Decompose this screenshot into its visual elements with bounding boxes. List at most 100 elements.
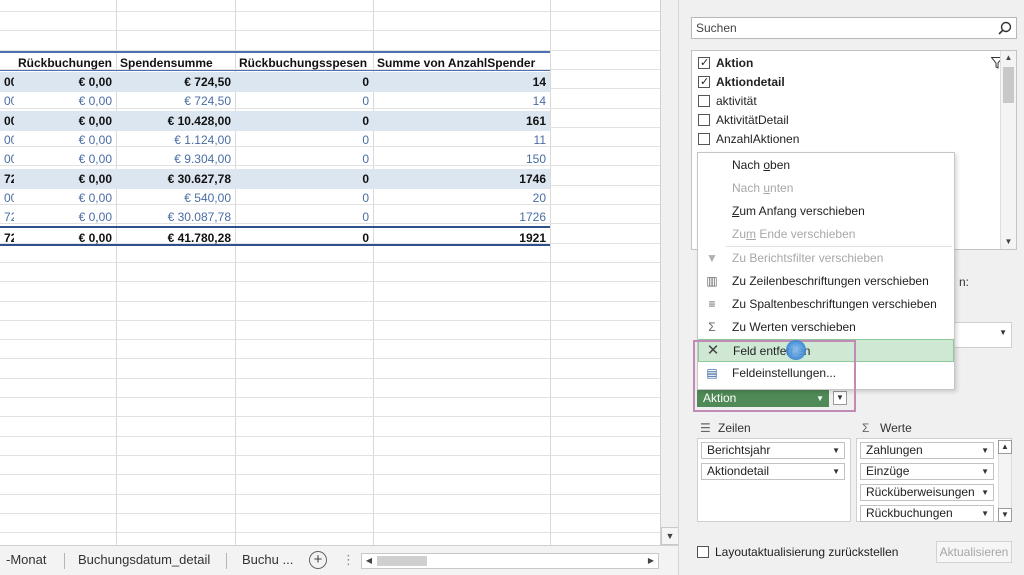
checkbox-icon[interactable] — [698, 95, 710, 107]
pivot-cell[interactable]: 00 — [0, 130, 14, 150]
field-item[interactable]: Aktiondetail — [698, 73, 785, 91]
field-item[interactable]: Aktion — [698, 54, 753, 72]
pivot-cell[interactable]: Rückbuchungsspesen — [235, 53, 373, 73]
field-item[interactable]: AktivitätDetail — [698, 111, 789, 129]
scroll-thumb[interactable] — [377, 556, 427, 566]
defer-update-checkbox[interactable]: Layoutaktualisierung zurückstellen — [697, 545, 898, 559]
pivot-cell[interactable]: 00 — [0, 111, 14, 131]
scroll-up-icon[interactable]: ▲ — [998, 440, 1012, 454]
sheet-tab-buchu[interactable]: Buchu ... — [242, 552, 293, 567]
checkbox-icon[interactable] — [698, 54, 710, 72]
pivot-cell[interactable]: 14 — [373, 72, 550, 92]
pivot-cell[interactable]: Summe von AnzahlSpender — [373, 53, 550, 73]
pivot-cell[interactable]: 72 — [0, 207, 14, 227]
chevron-down-icon[interactable]: ▼ — [999, 328, 1007, 337]
scroll-up-icon[interactable]: ▲ — [1001, 51, 1016, 65]
pivot-cell[interactable]: 1726 — [373, 207, 550, 227]
search-icon[interactable] — [998, 21, 1012, 35]
scroll-down-icon[interactable]: ▼ — [998, 508, 1012, 522]
pivot-cell[interactable]: € 30.087,78 — [116, 207, 235, 227]
pivot-cell[interactable]: 72 — [0, 228, 14, 248]
menu-item[interactable]: Σ Zu Werten verschieben — [698, 316, 954, 339]
pivot-cell[interactable]: 20 — [373, 188, 550, 208]
values-area-scrollbar[interactable]: ▲ ▼ — [998, 440, 1012, 522]
pivot-cell[interactable]: € 0,00 — [14, 149, 116, 169]
pivot-cell[interactable]: € 0,00 — [14, 228, 116, 248]
chevron-down-icon[interactable]: ▼ — [981, 464, 989, 479]
field-item[interactable]: AnzahlAktionen — [698, 130, 799, 148]
chevron-down-icon[interactable]: ▼ — [981, 443, 989, 458]
rows-chip-berichtsjahr[interactable]: Berichtsjahr ▼ — [701, 442, 845, 459]
pivot-cell[interactable]: € 0,00 — [14, 72, 116, 92]
pivot-cell[interactable]: € 0,00 — [14, 130, 116, 150]
menu-item[interactable]: Zum Ende verschieben — [698, 223, 954, 246]
chevron-down-icon[interactable]: ▼ — [981, 506, 989, 521]
pivot-cell[interactable]: 0 — [235, 130, 373, 150]
pivot-cell[interactable]: 0 — [235, 169, 373, 189]
spreadsheet-grid[interactable]: Rückbuchungen Spendensumme Rückbuchungsspe… — [0, 0, 660, 545]
sheet-tab-buchungsdatum-detail[interactable]: Buchungsdatum_detail — [78, 552, 210, 567]
pivot-cell[interactable]: € 724,50 — [116, 91, 235, 111]
pivot-cell[interactable]: 0 — [235, 91, 373, 111]
pivot-cell[interactable]: 1746 — [373, 169, 550, 189]
scroll-right-icon[interactable]: ▶ — [644, 554, 658, 568]
menu-item[interactable]: Nach unten — [698, 177, 954, 200]
rows-chip-aktiondetail[interactable]: Aktiondetail ▼ — [701, 463, 845, 480]
pivot-cell[interactable]: 0 — [235, 188, 373, 208]
pivot-cell[interactable]: € 41.780,28 — [116, 228, 235, 248]
pivot-cell[interactable]: 00 — [0, 91, 14, 111]
menu-item[interactable]: ▥ Zu Zeilenbeschriftungen verschieben — [698, 270, 954, 293]
pivot-cell[interactable]: € 30.627,78 — [116, 169, 235, 189]
pivot-cell[interactable]: 150 — [373, 149, 550, 169]
checkbox-icon[interactable] — [698, 133, 710, 145]
values-chip-rueckbuchungen[interactable]: Rückbuchungen ▼ — [860, 505, 994, 522]
checkbox-icon[interactable] — [698, 73, 710, 91]
values-chip-rueckueberweisungen[interactable]: Rücküberweisungen ▼ — [860, 484, 994, 501]
menu-item[interactable]: Nach oben — [698, 154, 954, 177]
pivot-cell[interactable]: 00 — [0, 72, 14, 92]
pivot-cell[interactable]: € 9.304,00 — [116, 149, 235, 169]
pivot-cell[interactable]: € 724,50 — [116, 72, 235, 92]
pivot-cell[interactable]: € 10.428,00 — [116, 111, 235, 131]
field-search-input[interactable]: Suchen — [691, 17, 1017, 39]
menu-item[interactable]: ≡ Zu Spaltenbeschriftungen verschieben — [698, 293, 954, 316]
pivot-cell[interactable]: 00 — [0, 149, 14, 169]
pivot-cell[interactable]: € 1.124,00 — [116, 130, 235, 150]
pivot-cell[interactable]: Spendensumme — [116, 53, 235, 73]
pivot-cell[interactable]: 1921 — [373, 228, 550, 248]
pivot-cell[interactable]: 00 — [0, 188, 14, 208]
field-list-scrollbar[interactable]: ▲ ▼ — [1000, 51, 1016, 249]
scroll-down-icon[interactable]: ▼ — [1001, 235, 1016, 249]
pivot-cell[interactable]: 72 — [0, 169, 14, 189]
sheet-vertical-scrollbar[interactable]: ▼ — [660, 0, 679, 545]
values-chip-zahlungen[interactable]: Zahlungen ▼ — [860, 442, 994, 459]
values-chip-einzuege[interactable]: Einzüge ▼ — [860, 463, 994, 480]
scroll-left-icon[interactable]: ◀ — [362, 554, 376, 568]
pivot-cell[interactable]: 14 — [373, 91, 550, 111]
pivot-cell[interactable]: € 0,00 — [14, 188, 116, 208]
pivot-cell[interactable]: 0 — [235, 228, 373, 248]
pivot-cell[interactable]: 0 — [235, 111, 373, 131]
pivot-cell[interactable]: 0 — [235, 72, 373, 92]
pivot-cell[interactable]: 161 — [373, 111, 550, 131]
update-button[interactable]: Aktualisieren — [936, 541, 1012, 563]
pivot-cell[interactable]: Rückbuchungen — [14, 53, 116, 73]
scroll-down-icon[interactable]: ▼ — [661, 527, 679, 545]
pivot-cell[interactable]: € 540,00 — [116, 188, 235, 208]
scroll-thumb[interactable] — [1003, 67, 1014, 103]
chevron-down-icon[interactable]: ▼ — [981, 485, 989, 500]
horizontal-scrollbar[interactable]: ◀ ▶ — [361, 553, 659, 569]
pivot-cell[interactable]: € 0,00 — [14, 169, 116, 189]
chevron-down-icon[interactable]: ▼ — [832, 443, 840, 458]
pivot-cell[interactable]: € 0,00 — [14, 111, 116, 131]
checkbox-icon[interactable] — [697, 546, 709, 558]
menu-item[interactable]: ▼ Zu Berichtsfilter verschieben — [698, 247, 954, 270]
pivot-cell[interactable]: 11 — [373, 130, 550, 150]
sheet-tab-monat[interactable]: -Monat — [6, 552, 46, 567]
pivot-cell[interactable]: 0 — [235, 207, 373, 227]
pivot-cell[interactable]: € 0,00 — [14, 91, 116, 111]
pivot-cell[interactable]: 0 — [235, 149, 373, 169]
checkbox-icon[interactable] — [698, 114, 710, 126]
tab-options-icon[interactable]: ⋮ — [342, 552, 355, 568]
chevron-down-icon[interactable]: ▼ — [832, 464, 840, 479]
